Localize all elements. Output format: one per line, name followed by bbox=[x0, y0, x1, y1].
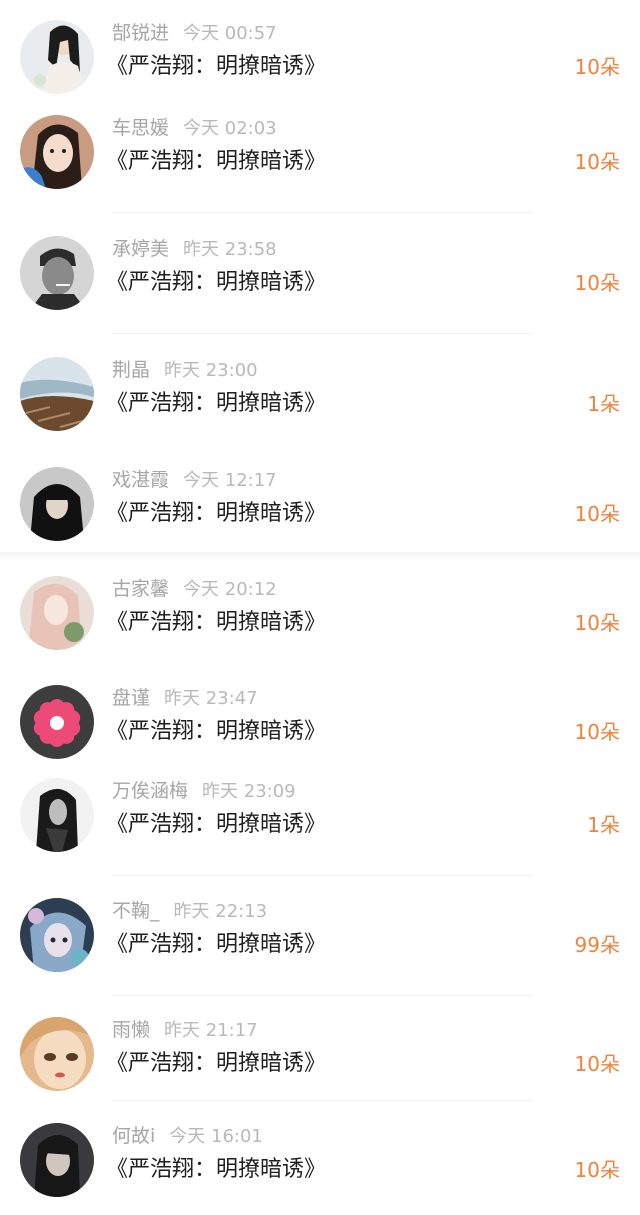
timestamp: 今天 16:01 bbox=[169, 1126, 263, 1147]
list-item[interactable]: 万俟涵梅 昨天 23:09 《严浩翔：明撩暗诱》 1朵 bbox=[0, 778, 640, 870]
user-meta: 车思媛 今天 02:03 bbox=[112, 116, 277, 141]
gift-list: 郜锐进 今天 00:57 《严浩翔：明撩暗诱》 10朵 车思媛 今天 02:03 《… bbox=[0, 0, 640, 1207]
user-meta: 古家馨 今天 20:12 bbox=[112, 577, 277, 602]
book-title[interactable]: 《严浩翔：明撩暗诱》 bbox=[106, 930, 326, 960]
book-title[interactable]: 《严浩翔：明撩暗诱》 bbox=[106, 1049, 326, 1079]
list-item[interactable]: 承婷美 昨天 23:58 《严浩翔：明撩暗诱》 10朵 bbox=[0, 236, 640, 328]
avatar[interactable] bbox=[20, 576, 94, 650]
divider bbox=[112, 875, 532, 876]
timestamp: 今天 00:57 bbox=[183, 23, 277, 44]
timestamp: 昨天 22:13 bbox=[173, 901, 268, 922]
flower-count: 1朵 bbox=[587, 392, 620, 416]
user-meta: 盘谨 昨天 23:47 bbox=[112, 686, 258, 711]
timestamp: 今天 12:17 bbox=[183, 470, 277, 491]
divider bbox=[112, 333, 532, 334]
user-name[interactable]: 雨懒 bbox=[112, 1019, 150, 1041]
section-gap bbox=[0, 552, 640, 560]
flower-count: 10朵 bbox=[574, 271, 620, 295]
user-name[interactable]: 车思媛 bbox=[112, 117, 169, 139]
avatar[interactable] bbox=[20, 115, 94, 189]
flower-count: 10朵 bbox=[574, 1158, 620, 1182]
timestamp: 昨天 23:47 bbox=[164, 688, 258, 709]
user-meta: 荆晶 昨天 23:00 bbox=[112, 358, 258, 383]
user-name[interactable]: 郜锐进 bbox=[112, 22, 169, 44]
list-item[interactable]: 戏湛霞 今天 12:17 《严浩翔：明撩暗诱》 10朵 bbox=[0, 467, 640, 559]
flower-count: 10朵 bbox=[574, 1052, 620, 1076]
flower-count: 10朵 bbox=[574, 150, 620, 174]
user-meta: 郜锐进 今天 00:57 bbox=[112, 21, 277, 46]
book-title[interactable]: 《严浩翔：明撩暗诱》 bbox=[106, 52, 326, 82]
user-name[interactable]: 不鞠_ bbox=[112, 900, 160, 922]
avatar[interactable] bbox=[20, 898, 94, 972]
timestamp: 昨天 21:17 bbox=[164, 1020, 258, 1041]
avatar[interactable] bbox=[20, 357, 94, 431]
list-item[interactable]: 古家馨 今天 20:12 《严浩翔：明撩暗诱》 10朵 bbox=[0, 576, 640, 668]
list-item[interactable]: 不鞠_ 昨天 22:13 《严浩翔：明撩暗诱》 99朵 bbox=[0, 898, 640, 990]
user-name[interactable]: 古家馨 bbox=[112, 578, 169, 600]
user-name[interactable]: 荆晶 bbox=[112, 359, 150, 381]
book-title[interactable]: 《严浩翔：明撩暗诱》 bbox=[106, 608, 326, 638]
flower-count: 10朵 bbox=[574, 502, 620, 526]
book-title[interactable]: 《严浩翔：明撩暗诱》 bbox=[106, 717, 326, 747]
avatar[interactable] bbox=[20, 1123, 94, 1197]
user-name[interactable]: 万俟涵梅 bbox=[112, 780, 188, 802]
list-item[interactable]: 何故i 今天 16:01 《严浩翔：明撩暗诱》 10朵 bbox=[0, 1123, 640, 1215]
list-item[interactable]: 车思媛 今天 02:03 《严浩翔：明撩暗诱》 10朵 bbox=[0, 115, 640, 207]
book-title[interactable]: 《严浩翔：明撩暗诱》 bbox=[106, 389, 326, 419]
user-name[interactable]: 承婷美 bbox=[112, 238, 169, 260]
list-item[interactable]: 雨懒 昨天 21:17 《严浩翔：明撩暗诱》 10朵 bbox=[0, 1017, 640, 1109]
timestamp: 昨天 23:58 bbox=[183, 239, 277, 260]
user-meta: 万俟涵梅 昨天 23:09 bbox=[112, 779, 296, 804]
avatar[interactable] bbox=[20, 20, 94, 94]
flower-count: 10朵 bbox=[574, 611, 620, 635]
timestamp: 今天 20:12 bbox=[183, 579, 277, 600]
list-item[interactable]: 郜锐进 今天 00:57 《严浩翔：明撩暗诱》 10朵 bbox=[0, 20, 640, 112]
timestamp: 昨天 23:09 bbox=[202, 781, 296, 802]
timestamp: 今天 02:03 bbox=[183, 118, 277, 139]
book-title[interactable]: 《严浩翔：明撩暗诱》 bbox=[106, 268, 326, 298]
flower-count: 10朵 bbox=[574, 55, 620, 79]
flower-count: 10朵 bbox=[574, 720, 620, 744]
avatar[interactable] bbox=[20, 467, 94, 541]
user-meta: 戏湛霞 今天 12:17 bbox=[112, 468, 277, 493]
list-item[interactable]: 荆晶 昨天 23:00 《严浩翔：明撩暗诱》 1朵 bbox=[0, 357, 640, 449]
divider bbox=[112, 212, 532, 213]
user-meta: 不鞠_ 昨天 22:13 bbox=[112, 899, 267, 924]
user-name[interactable]: 何故i bbox=[112, 1125, 155, 1147]
user-name[interactable]: 戏湛霞 bbox=[112, 469, 169, 491]
user-name[interactable]: 盘谨 bbox=[112, 687, 150, 709]
user-meta: 承婷美 昨天 23:58 bbox=[112, 237, 277, 262]
avatar[interactable] bbox=[20, 685, 94, 759]
timestamp: 昨天 23:00 bbox=[164, 360, 258, 381]
book-title[interactable]: 《严浩翔：明撩暗诱》 bbox=[106, 499, 326, 529]
divider bbox=[112, 1100, 532, 1101]
user-meta: 雨懒 昨天 21:17 bbox=[112, 1018, 258, 1043]
book-title[interactable]: 《严浩翔：明撩暗诱》 bbox=[106, 147, 326, 177]
avatar[interactable] bbox=[20, 236, 94, 310]
avatar[interactable] bbox=[20, 778, 94, 852]
flower-count: 99朵 bbox=[574, 933, 620, 957]
flower-count: 1朵 bbox=[587, 813, 620, 837]
avatar[interactable] bbox=[20, 1017, 94, 1091]
list-item[interactable]: 盘谨 昨天 23:47 《严浩翔：明撩暗诱》 10朵 bbox=[0, 685, 640, 777]
user-meta: 何故i 今天 16:01 bbox=[112, 1124, 263, 1149]
divider bbox=[112, 995, 532, 996]
book-title[interactable]: 《严浩翔：明撩暗诱》 bbox=[106, 1155, 326, 1185]
book-title[interactable]: 《严浩翔：明撩暗诱》 bbox=[106, 810, 326, 840]
